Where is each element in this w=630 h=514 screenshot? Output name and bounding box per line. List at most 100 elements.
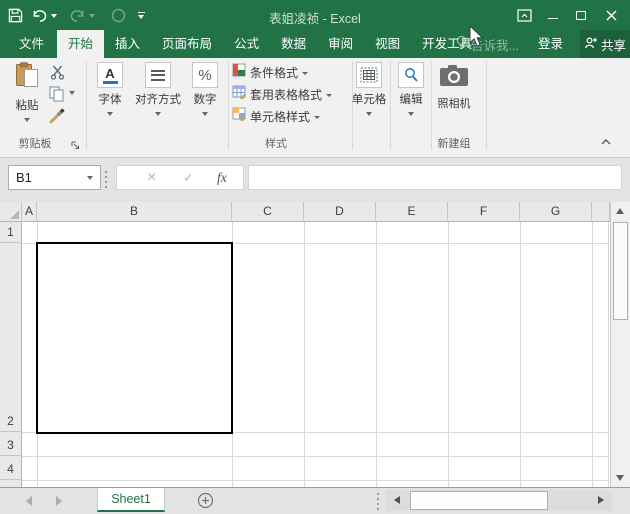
col-header-A[interactable]: A bbox=[22, 202, 37, 222]
format-as-table-dropdown-icon[interactable] bbox=[326, 94, 332, 97]
alignment-button[interactable]: 对齐方式 bbox=[134, 62, 182, 116]
format-painter-icon[interactable] bbox=[49, 107, 66, 129]
paste-clipboard-icon bbox=[15, 62, 39, 94]
camera-label: 照相机 bbox=[438, 95, 471, 111]
tab-insert[interactable]: 插入 bbox=[104, 30, 151, 58]
name-box[interactable]: B1 bbox=[8, 165, 101, 190]
collapse-ribbon-icon[interactable] bbox=[600, 133, 612, 151]
font-label: 字体 bbox=[99, 91, 122, 107]
excel-window: 表姐凌祯 - Excel 文件 开始 插入 页面布局 公式 数据 审阅 视图 开… bbox=[0, 0, 630, 514]
maximize-button[interactable] bbox=[571, 7, 591, 24]
tab-formulas[interactable]: 公式 bbox=[223, 30, 270, 58]
number-icon: % bbox=[192, 62, 218, 88]
row-header-3[interactable]: 3 bbox=[0, 432, 22, 456]
conditional-formatting-icon bbox=[232, 63, 246, 82]
alignment-label: 对齐方式 bbox=[135, 91, 181, 107]
col-header-stub bbox=[592, 202, 610, 222]
close-button[interactable] bbox=[601, 7, 621, 24]
insert-function-icon[interactable]: fx bbox=[217, 166, 227, 189]
scroll-left-icon[interactable] bbox=[394, 496, 400, 504]
title-bar: 表姐凌祯 - Excel bbox=[0, 0, 630, 30]
row-header-2[interactable]: 2 bbox=[0, 243, 22, 432]
copy-dropdown-icon[interactable] bbox=[69, 91, 75, 95]
col-header-E[interactable]: E bbox=[376, 202, 448, 222]
col-header-F[interactable]: F bbox=[448, 202, 520, 222]
minimize-button[interactable] bbox=[543, 7, 563, 24]
tab-home[interactable]: 开始 bbox=[57, 30, 104, 58]
select-all-corner[interactable] bbox=[0, 202, 22, 222]
enter-icon: ✓ bbox=[183, 166, 194, 189]
copy-icon[interactable] bbox=[49, 86, 65, 107]
next-sheet-icon[interactable] bbox=[56, 496, 62, 506]
conditional-formatting-label: 条件格式 bbox=[250, 64, 298, 81]
format-as-table-button[interactable]: 套用表格格式 bbox=[232, 86, 332, 102]
sign-in-button[interactable]: 登录 bbox=[538, 30, 563, 58]
editing-button[interactable]: 编辑 bbox=[393, 62, 429, 116]
alignment-dropdown-icon[interactable] bbox=[155, 112, 161, 116]
vertical-scroll-thumb[interactable] bbox=[613, 222, 628, 320]
tab-data[interactable]: 数据 bbox=[270, 30, 317, 58]
col-header-G[interactable]: G bbox=[520, 202, 592, 222]
ribbon-tab-row: 文件 开始 插入 页面布局 公式 数据 审阅 视图 开发工具 bbox=[0, 30, 630, 58]
paste-label: 粘贴 bbox=[16, 97, 39, 113]
conditional-formatting-dropdown-icon[interactable] bbox=[302, 72, 308, 75]
formula-buttons: × ✓ fx bbox=[116, 165, 244, 190]
tab-page-layout[interactable]: 页面布局 bbox=[151, 30, 223, 58]
camera-button[interactable]: 照相机 bbox=[432, 62, 476, 111]
number-button[interactable]: % 数字 bbox=[186, 62, 224, 116]
mouse-cursor bbox=[469, 25, 486, 54]
tab-view[interactable]: 视图 bbox=[364, 30, 411, 58]
conditional-formatting-button[interactable]: 条件格式 bbox=[232, 64, 308, 80]
formula-bar-splitter[interactable] bbox=[105, 171, 107, 173]
sheet-tab-sheet1[interactable]: Sheet1 bbox=[97, 488, 165, 512]
cells-icon bbox=[356, 62, 382, 88]
col-header-D[interactable]: D bbox=[304, 202, 376, 222]
ribbon-display-options-icon[interactable] bbox=[514, 7, 534, 24]
cell-styles-dropdown-icon[interactable] bbox=[314, 116, 320, 119]
formula-input[interactable] bbox=[248, 165, 622, 190]
row-header-5[interactable]: 5 bbox=[0, 480, 22, 487]
format-as-table-icon bbox=[232, 85, 246, 104]
tell-me-box[interactable]: 告诉我... bbox=[455, 30, 519, 58]
number-label: 数字 bbox=[194, 91, 217, 107]
cells-dropdown-icon[interactable] bbox=[366, 112, 372, 116]
number-dropdown-icon[interactable] bbox=[202, 112, 208, 116]
name-box-dropdown-icon[interactable] bbox=[87, 176, 93, 180]
scroll-up-icon[interactable] bbox=[616, 208, 624, 214]
cell-styles-button[interactable]: 单元格样式 bbox=[232, 108, 320, 124]
col-header-C[interactable]: C bbox=[232, 202, 304, 222]
share-button[interactable]: 共享 bbox=[580, 30, 630, 58]
editing-label: 编辑 bbox=[400, 91, 423, 107]
prev-sheet-icon[interactable] bbox=[26, 496, 32, 506]
editing-dropdown-icon[interactable] bbox=[408, 112, 414, 116]
scroll-right-icon[interactable] bbox=[598, 496, 604, 504]
row-header-4[interactable]: 4 bbox=[0, 456, 22, 480]
cells-label: 单元格 bbox=[352, 91, 387, 107]
row-header-1[interactable]: 1 bbox=[0, 222, 22, 243]
window-title: 表姐凌祯 - Excel bbox=[0, 8, 630, 27]
font-icon: A bbox=[97, 62, 123, 88]
cell-styles-icon bbox=[232, 107, 246, 126]
horizontal-scroll-thumb[interactable] bbox=[410, 491, 548, 510]
tab-file[interactable]: 文件 bbox=[6, 30, 57, 58]
new-sheet-button[interactable] bbox=[197, 492, 214, 514]
col-header-B[interactable]: B bbox=[37, 202, 232, 222]
tab-scroll-splitter[interactable] bbox=[377, 493, 379, 495]
paste-dropdown-icon[interactable] bbox=[24, 118, 30, 122]
worksheet-grid[interactable]: A B C D E F G 1 2 3 4 5 bbox=[0, 202, 610, 487]
vertical-scrollbar[interactable] bbox=[610, 202, 630, 487]
sheet-tab-bar: Sheet1 bbox=[0, 487, 630, 514]
font-button[interactable]: A 字体 bbox=[90, 62, 130, 116]
black-rectangle-shape[interactable] bbox=[36, 242, 233, 434]
styles-group-label: 样式 bbox=[228, 135, 324, 151]
tab-review[interactable]: 审阅 bbox=[317, 30, 364, 58]
cells-button[interactable]: 单元格 bbox=[350, 62, 388, 116]
scroll-down-icon[interactable] bbox=[616, 475, 624, 481]
cut-icon[interactable] bbox=[50, 65, 65, 85]
cancel-icon: × bbox=[147, 166, 156, 189]
formula-bar-row: B1 × ✓ fx bbox=[0, 158, 630, 202]
clipboard-dialog-launcher-icon[interactable] bbox=[71, 137, 80, 155]
paste-button[interactable]: 粘贴 bbox=[6, 62, 48, 122]
editing-magnifier-icon bbox=[398, 62, 424, 88]
font-dropdown-icon[interactable] bbox=[107, 112, 113, 116]
